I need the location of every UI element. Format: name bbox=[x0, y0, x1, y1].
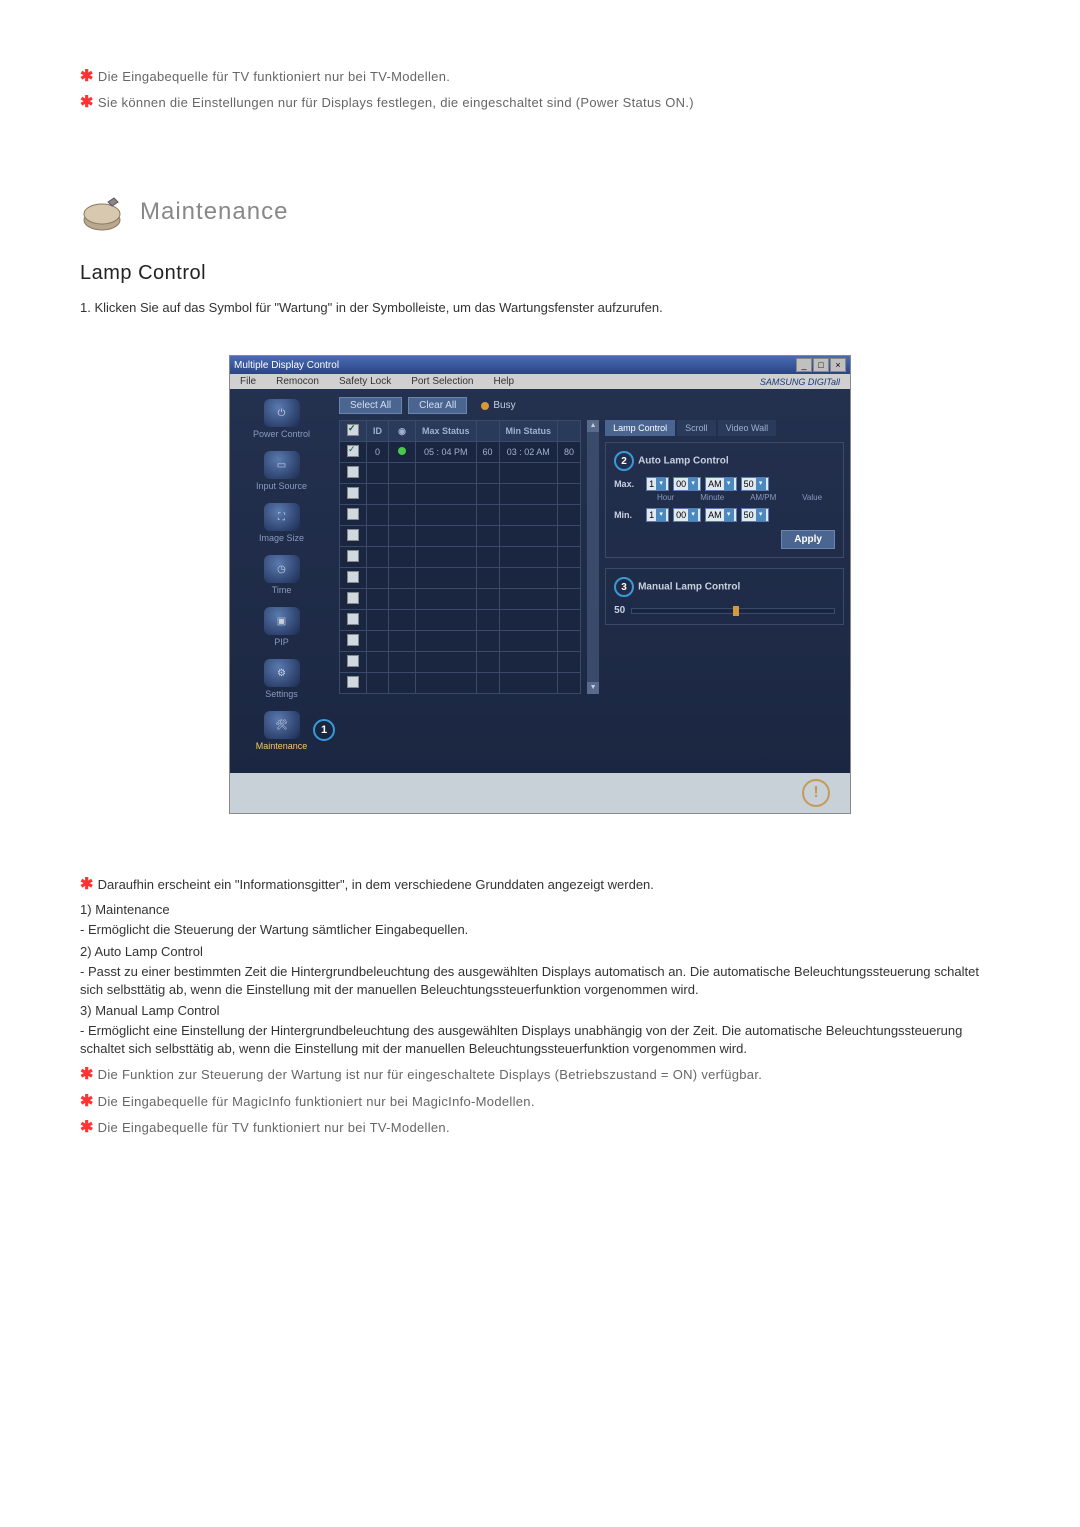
clear-all-button[interactable]: Clear All bbox=[408, 397, 467, 414]
table-scrollbar[interactable]: ▲ ▼ bbox=[587, 420, 599, 694]
menu-safety-lock[interactable]: Safety Lock bbox=[329, 376, 401, 387]
menu-help[interactable]: Help bbox=[483, 376, 524, 387]
max-val-select[interactable]: 50▾ bbox=[741, 477, 769, 491]
tab-scroll[interactable]: Scroll bbox=[677, 420, 716, 436]
star-icon: ✱ bbox=[80, 92, 94, 112]
star-icon: ✱ bbox=[80, 66, 94, 86]
close-button[interactable]: × bbox=[830, 358, 846, 372]
min-hour-select[interactable]: 1▾ bbox=[646, 508, 669, 522]
sidebar-item-input-source[interactable]: ▭Input Source bbox=[234, 451, 329, 491]
brand-label: SAMSUNG DIGITall bbox=[750, 377, 850, 387]
step-line: 1. Klicken Sie auf das Symbol für "Wartu… bbox=[80, 300, 1000, 315]
col-id: ID bbox=[367, 421, 389, 442]
app-screenshot: Multiple Display Control _ □ × File Remo… bbox=[229, 355, 851, 814]
sidebar-item-pip[interactable]: ▣PIP bbox=[234, 607, 329, 647]
note-text: Die Eingabequelle für TV funktioniert nu… bbox=[98, 69, 450, 84]
min-ampm-select[interactable]: AM▾ bbox=[705, 508, 737, 522]
tab-lamp-control[interactable]: Lamp Control bbox=[605, 420, 675, 436]
status-bar: ! bbox=[230, 773, 850, 813]
section-header: Maintenance bbox=[80, 192, 1000, 232]
minimize-button[interactable]: _ bbox=[796, 358, 812, 372]
titlebar: Multiple Display Control _ □ × bbox=[230, 356, 850, 374]
min-val-select[interactable]: 50▾ bbox=[741, 508, 769, 522]
callout-1-icon: 1 bbox=[313, 719, 335, 741]
sidebar-item-maintenance[interactable]: 🛠 Maintenance 1 bbox=[234, 711, 329, 751]
star-icon: ✱ bbox=[80, 1064, 94, 1086]
note-text: Sie können die Einstellungen nur für Dis… bbox=[98, 95, 694, 110]
max-hour-select[interactable]: 1▾ bbox=[646, 477, 669, 491]
auto-lamp-panel: 2Auto Lamp Control Max. 1▾ 00▾ AM▾ 50▾ H… bbox=[605, 442, 844, 558]
menu-port-selection[interactable]: Port Selection bbox=[401, 376, 483, 387]
sidebar-item-time[interactable]: ◷Time bbox=[234, 555, 329, 595]
col-min-status: Min Status bbox=[499, 421, 558, 442]
menu-file[interactable]: File bbox=[230, 376, 266, 387]
star-icon: ✱ bbox=[80, 874, 94, 896]
max-ampm-select[interactable]: AM▾ bbox=[705, 477, 737, 491]
slider-value: 50 bbox=[614, 605, 625, 616]
col-max-status: Max Status bbox=[416, 421, 477, 442]
star-icon: ✱ bbox=[80, 1091, 94, 1113]
callout-3-icon: 3 bbox=[614, 577, 634, 597]
callout-2-icon: 2 bbox=[614, 451, 634, 471]
tab-video-wall[interactable]: Video Wall bbox=[718, 420, 777, 436]
apply-button[interactable]: Apply bbox=[781, 530, 835, 549]
app-title: Multiple Display Control bbox=[234, 360, 339, 371]
star-icon: ✱ bbox=[80, 1117, 94, 1139]
status-dot-icon bbox=[398, 447, 406, 455]
row-checkbox[interactable] bbox=[347, 445, 359, 457]
header-checkbox[interactable] bbox=[347, 424, 359, 436]
display-table: ID ◉ Max Status Min Status 0 05 : 04 PM … bbox=[339, 420, 581, 694]
busy-indicator: Busy bbox=[481, 400, 515, 411]
description-block: ✱ Daraufhin erscheint ein "Informationsg… bbox=[80, 874, 1000, 1140]
max-min-select[interactable]: 00▾ bbox=[673, 477, 701, 491]
maximize-button[interactable]: □ bbox=[813, 358, 829, 372]
table-row[interactable]: 0 05 : 04 PM 60 03 : 02 AM 80 bbox=[340, 442, 581, 463]
sidebar-item-power-control[interactable]: ⏻Power Control bbox=[234, 399, 329, 439]
sidebar-item-image-size[interactable]: ⛶Image Size bbox=[234, 503, 329, 543]
lamp-slider[interactable] bbox=[631, 608, 835, 614]
maintenance-icon bbox=[80, 192, 130, 232]
sidebar-item-settings[interactable]: ⚙Settings bbox=[234, 659, 329, 699]
sidebar: ⏻Power Control ▭Input Source ⛶Image Size… bbox=[230, 389, 333, 773]
manual-lamp-panel: 3Manual Lamp Control 50 bbox=[605, 568, 844, 625]
select-all-button[interactable]: Select All bbox=[339, 397, 402, 414]
section-title: Maintenance bbox=[140, 198, 288, 226]
menubar: File Remocon Safety Lock Port Selection … bbox=[230, 374, 850, 389]
menu-remocon[interactable]: Remocon bbox=[266, 376, 329, 387]
info-icon: ! bbox=[802, 779, 830, 807]
top-notes: ✱ Die Eingabequelle für TV funktioniert … bbox=[80, 66, 1000, 112]
sub-title: Lamp Control bbox=[80, 262, 1000, 285]
min-min-select[interactable]: 00▾ bbox=[673, 508, 701, 522]
